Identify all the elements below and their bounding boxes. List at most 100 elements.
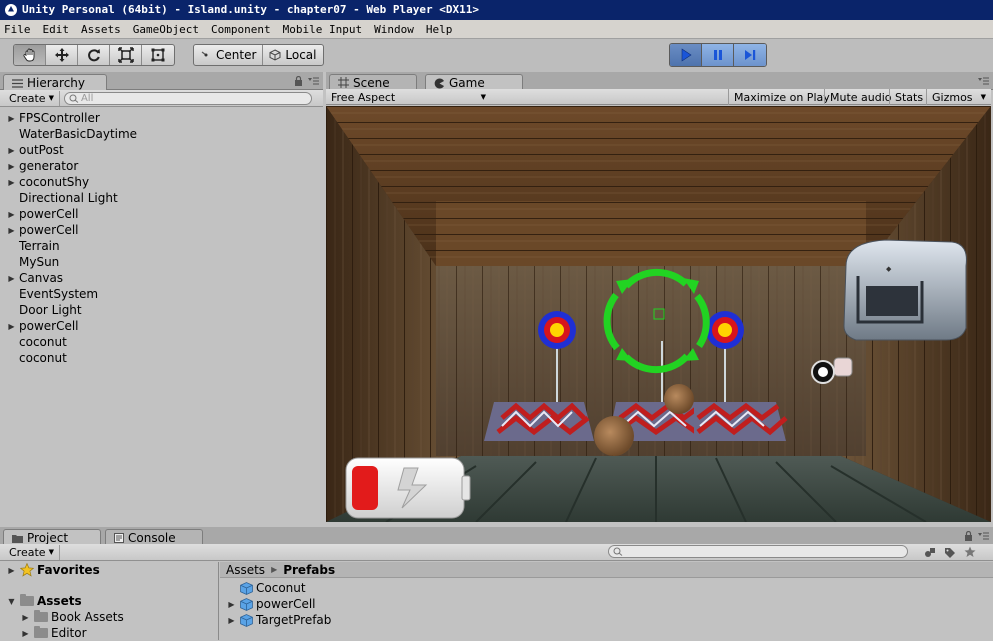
label-tag-icon[interactable] (944, 547, 956, 558)
tab-scene[interactable]: Scene (329, 74, 417, 90)
scale-tool-button[interactable] (110, 45, 142, 65)
mute-audio-toggle[interactable]: Mute audio (824, 89, 897, 105)
hierarchy-item[interactable]: ▶ outPost (6, 142, 63, 158)
maximize-on-play-toggle[interactable]: Maximize on Play (728, 89, 835, 105)
folder-editor-label: Editor (51, 626, 87, 640)
menu-gameobject[interactable]: GameObject (133, 23, 199, 36)
expand-arrow-icon[interactable]: ▶ (6, 114, 17, 123)
project-tree-panel: ▶ Favorites ▼ Assets ▶ Book Assets ▶ Edi… (0, 562, 219, 640)
lock-icon[interactable] (294, 76, 303, 86)
panel-menu-icon[interactable] (978, 77, 989, 85)
stats-toggle[interactable]: Stats (889, 89, 928, 105)
hierarchy-item[interactable]: Directional Light (6, 190, 118, 206)
hierarchy-item[interactable]: ▶ coconutShy (6, 174, 89, 190)
hierarchy-item[interactable]: EventSystem (6, 286, 98, 302)
play-icon (681, 48, 692, 62)
expand-arrow-icon[interactable]: ▶ (6, 210, 17, 219)
hierarchy-search-placeholder: All (80, 92, 94, 104)
prefab-item[interactable]: ▶ TargetPrefab (226, 612, 331, 628)
hierarchy-item[interactable]: MySun (6, 254, 59, 270)
game-viewport[interactable]: ◆ (326, 106, 991, 522)
panel-menu-icon[interactable] (978, 532, 989, 540)
tab-console[interactable]: Console (105, 529, 203, 545)
chevron-down-icon: ▼ (480, 93, 486, 101)
hand-tool-button[interactable] (14, 45, 46, 65)
expand-arrow-icon[interactable]: ▶ (226, 616, 237, 625)
pivot-center-button[interactable]: Center (194, 45, 264, 65)
hierarchy-item[interactable]: ▶ powerCell (6, 206, 78, 222)
coconut-far (594, 416, 634, 456)
hierarchy-item[interactable]: WaterBasicDaytime (6, 126, 137, 142)
pause-button[interactable] (702, 44, 734, 66)
expand-arrow-icon[interactable]: ▶ (6, 178, 17, 187)
favorites-label: Favorites (37, 563, 100, 577)
hierarchy-item[interactable]: ▶ Canvas (6, 270, 63, 286)
rotate-tool-button[interactable] (78, 45, 110, 65)
folder-editor[interactable]: ▶ Editor (20, 625, 87, 641)
menu-mobile-input[interactable]: Mobile Input (283, 23, 362, 36)
assets-root-item[interactable]: ▼ Assets (6, 593, 82, 609)
search-icon (613, 547, 623, 556)
tab-hierarchy[interactable]: Hierarchy (3, 74, 107, 91)
expand-arrow-icon[interactable]: ▶ (6, 162, 17, 171)
play-button[interactable] (670, 44, 702, 66)
breadcrumb: Assets ▶ Prefabs (220, 562, 993, 578)
menu-file[interactable]: File (4, 23, 31, 36)
breadcrumb-assets[interactable]: Assets (226, 563, 265, 577)
folder-book-assets[interactable]: ▶ Book Assets (20, 609, 124, 625)
target-base-left (484, 402, 594, 441)
prefab-item[interactable]: ▶ powerCell (226, 596, 315, 612)
expand-arrow-icon[interactable]: ▶ (6, 322, 17, 331)
favorites-item[interactable]: ▶ Favorites (6, 562, 100, 578)
grid-icon (338, 77, 349, 88)
project-create-button[interactable]: Create ▼ (4, 544, 60, 560)
hierarchy-tabbar: Hierarchy (0, 72, 323, 91)
hierarchy-item[interactable]: coconut (6, 350, 67, 366)
hierarchy-search-input[interactable]: All (63, 91, 312, 105)
stats-label: Stats (895, 90, 924, 104)
menu-help[interactable]: Help (426, 23, 453, 36)
hierarchy-item[interactable]: ▶ FPSController (6, 110, 99, 126)
expand-arrow-icon[interactable]: ▶ (6, 274, 17, 283)
hierarchy-item[interactable]: Door Light (6, 302, 82, 318)
gizmos-dropdown[interactable]: Gizmos ▼ (926, 89, 991, 105)
target-right (706, 311, 744, 349)
star-icon[interactable] (964, 546, 976, 558)
hierarchy-item-label: coconut (19, 351, 67, 365)
expand-arrow-icon[interactable]: ▶ (226, 600, 237, 609)
expand-arrow-icon[interactable]: ▶ (6, 226, 17, 235)
aspect-dropdown[interactable]: Free Aspect ▼ (326, 89, 491, 105)
project-tabbar: Project Console (0, 527, 993, 546)
search-by-type-icon[interactable] (924, 547, 936, 558)
hierarchy-item[interactable]: coconut (6, 334, 67, 350)
move-tool-button[interactable] (46, 45, 78, 65)
project-search-input[interactable] (608, 545, 908, 558)
lock-icon[interactable] (964, 531, 973, 541)
hierarchy-item-label: MySun (19, 255, 60, 269)
hierarchy-item[interactable]: ▶ generator (6, 158, 78, 174)
hand-icon (22, 48, 34, 62)
hierarchy-create-button[interactable]: Create ▼ (4, 90, 60, 106)
hierarchy-item[interactable]: Terrain (6, 238, 60, 254)
hierarchy-item-label: powerCell (19, 319, 79, 333)
hierarchy-item-label: WaterBasicDaytime (19, 127, 138, 141)
play-controls (669, 43, 767, 67)
hierarchy-item-label: powerCell (19, 223, 79, 237)
prefab-item[interactable]: Coconut (226, 580, 306, 596)
step-button[interactable] (734, 44, 766, 66)
menu-assets[interactable]: Assets (81, 23, 121, 36)
mute-label: Mute audio (830, 90, 892, 104)
breadcrumb-prefabs[interactable]: Prefabs (283, 563, 335, 577)
rect-tool-button[interactable] (142, 45, 174, 65)
hierarchy-list: ▶ FPSController WaterBasicDaytime ▶ outPost ▶… (0, 110, 323, 410)
panel-menu-icon[interactable] (308, 77, 319, 85)
hierarchy-item[interactable]: ▶ powerCell (6, 222, 79, 238)
project-create-label: Create (9, 545, 46, 559)
menu-component[interactable]: Component (211, 23, 271, 36)
chevron-down-icon: ▼ (980, 93, 986, 101)
space-local-button[interactable]: Local (263, 45, 322, 65)
menu-window[interactable]: Window (374, 23, 414, 36)
menu-edit[interactable]: Edit (43, 23, 70, 36)
hierarchy-item[interactable]: ▶ powerCell (6, 318, 79, 334)
expand-arrow-icon[interactable]: ▶ (6, 146, 17, 155)
